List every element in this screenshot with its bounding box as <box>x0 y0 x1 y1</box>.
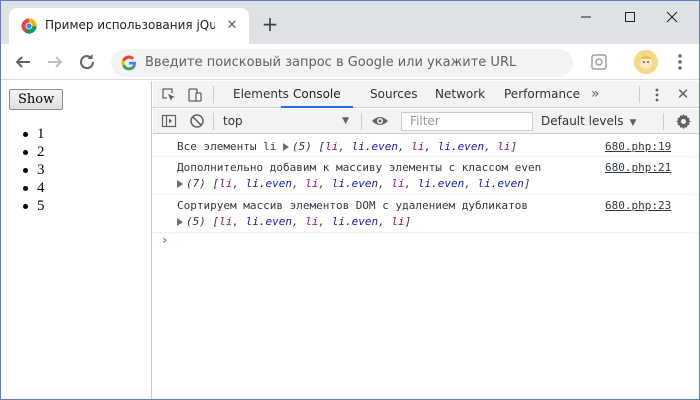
gear-icon[interactable] <box>675 113 692 130</box>
window-close-icon[interactable] <box>657 7 687 27</box>
list-item: 1 <box>23 125 45 143</box>
browser-toolbar: Введите поисковый запрос в Google или ук… <box>1 44 699 80</box>
list-item: 3 <box>23 161 45 179</box>
back-arrow-icon[interactable] <box>11 50 35 74</box>
message-text: Сортируем массив элементов DOM с удалени… <box>177 199 528 212</box>
array-item: li.even <box>417 177 465 190</box>
list-item: 4 <box>23 179 45 197</box>
live-expression-eye-icon[interactable] <box>371 113 389 129</box>
minimize-icon[interactable] <box>571 7 601 27</box>
array-item: li.even <box>245 215 292 228</box>
tab-network[interactable]: Network <box>435 81 485 108</box>
address-bar[interactable]: Введите поисковый запрос в Google или ук… <box>111 49 573 77</box>
devtools-panel: Elements Console Sources Network Perform… <box>153 81 699 399</box>
console-prompt[interactable]: › <box>161 233 168 247</box>
log-levels-label: Default levels <box>541 114 624 128</box>
inspect-element-icon[interactable] <box>161 87 177 103</box>
tab-sources[interactable]: Sources <box>370 81 417 108</box>
address-placeholder: Введите поисковый запрос в Google или ук… <box>145 55 517 70</box>
array-item: li.even <box>437 140 485 153</box>
devtools-tabbar: Elements Console Sources Network Perform… <box>153 81 699 108</box>
array-item: li <box>391 177 405 190</box>
avatar-face-icon <box>634 50 658 74</box>
context-value: top <box>223 114 243 128</box>
list-item: 2 <box>23 143 45 161</box>
array-item: li <box>219 215 233 228</box>
console-output: Все элементы li (5) [li, li.even, li, li… <box>153 135 699 399</box>
toolbar-divider <box>663 113 664 130</box>
array-item: li <box>305 177 319 190</box>
console-message: Все элементы li (5) [li, li.even, li, li… <box>153 135 699 157</box>
array-item: li.even <box>331 177 379 190</box>
array-item: li <box>411 140 425 153</box>
expand-triangle-icon[interactable] <box>177 218 183 226</box>
context-selector[interactable]: top ▼ <box>217 111 353 131</box>
page-content: Show 1 2 3 4 5 <box>1 81 152 399</box>
page-list: 1 2 3 4 5 <box>23 125 45 215</box>
context-dropdown-icon: ▼ <box>342 116 349 126</box>
tab-close-icon[interactable]: ✕ <box>223 17 241 35</box>
array-count: (5) <box>291 140 312 153</box>
array-item: li <box>497 140 511 153</box>
avatar[interactable] <box>634 50 658 74</box>
source-link[interactable]: 680.php:21 <box>605 161 671 174</box>
show-button[interactable]: Show <box>9 89 64 110</box>
toolbar-divider <box>213 86 214 103</box>
maximize-icon[interactable] <box>615 7 645 27</box>
array-item: li <box>219 177 233 190</box>
list-item: 5 <box>23 197 45 215</box>
browser-tab[interactable]: Пример использования jQuery ✕ <box>9 8 249 44</box>
google-g-icon <box>121 55 136 71</box>
toolbar-divider <box>213 113 214 130</box>
array-item: li.even <box>477 177 524 190</box>
expand-triangle-icon[interactable] <box>177 180 183 188</box>
source-link[interactable]: 680.php:23 <box>605 199 671 212</box>
console-message: Сортируем массив элементов DOM с удалени… <box>153 195 699 233</box>
more-tabs-icon[interactable]: » <box>591 81 600 108</box>
menu-kebab-icon[interactable] <box>673 51 687 73</box>
expand-triangle-icon[interactable] <box>282 143 289 151</box>
message-text: Все элементы li <box>177 140 277 153</box>
browser-window: Пример использования jQuery ✕ + <box>0 0 700 400</box>
tab-performance[interactable]: Performance <box>504 81 580 108</box>
array-preview[interactable]: (7) [li, li.even, li, li.even, li, li.ev… <box>177 177 530 190</box>
message-text: Дополнительно добавим к массиву элементы… <box>177 161 542 174</box>
console-toolbar: top ▼ Filter Default levels ▼ <box>153 109 699 134</box>
array-item: li <box>305 215 319 228</box>
new-tab-button[interactable]: + <box>259 14 281 36</box>
extension-icon[interactable] <box>589 52 609 72</box>
console-message: Дополнительно добавим к массиву элементы… <box>153 157 699 195</box>
forward-arrow-icon[interactable] <box>43 50 67 74</box>
devtools-close-icon[interactable]: ✕ <box>675 86 691 102</box>
array-preview[interactable]: (5) [li, li.even, li, li.even, li] <box>177 215 411 228</box>
source-link[interactable]: 680.php:19 <box>605 140 671 153</box>
favicon-icon <box>21 18 37 34</box>
array-preview[interactable]: (5) [li, li.even, li, li.even, li] <box>282 140 517 153</box>
toolbar-divider <box>361 113 362 130</box>
toolbar-divider <box>639 86 640 103</box>
log-levels-dropdown[interactable]: Default levels ▼ <box>541 111 636 131</box>
tab-title: Пример использования jQuery <box>45 18 215 32</box>
device-toolbar-icon[interactable] <box>187 87 203 103</box>
array-item: li.even <box>351 140 398 153</box>
array-item: li <box>391 215 405 228</box>
tab-strip: Пример использования jQuery ✕ + <box>1 1 699 44</box>
clear-console-icon[interactable] <box>189 113 205 129</box>
array-item: li.even <box>331 215 379 228</box>
array-count: (7) <box>186 177 206 190</box>
devtools-menu-icon[interactable] <box>651 87 663 103</box>
tab-console[interactable]: Console <box>281 81 353 108</box>
array-count: (5) <box>186 215 206 228</box>
sidebar-toggle-icon[interactable] <box>161 113 177 129</box>
filter-input[interactable]: Filter <box>401 112 533 131</box>
reload-icon[interactable] <box>75 50 99 74</box>
array-item: li <box>325 140 339 153</box>
levels-dropdown-icon: ▼ <box>629 118 637 128</box>
array-item: li.even <box>245 177 292 190</box>
